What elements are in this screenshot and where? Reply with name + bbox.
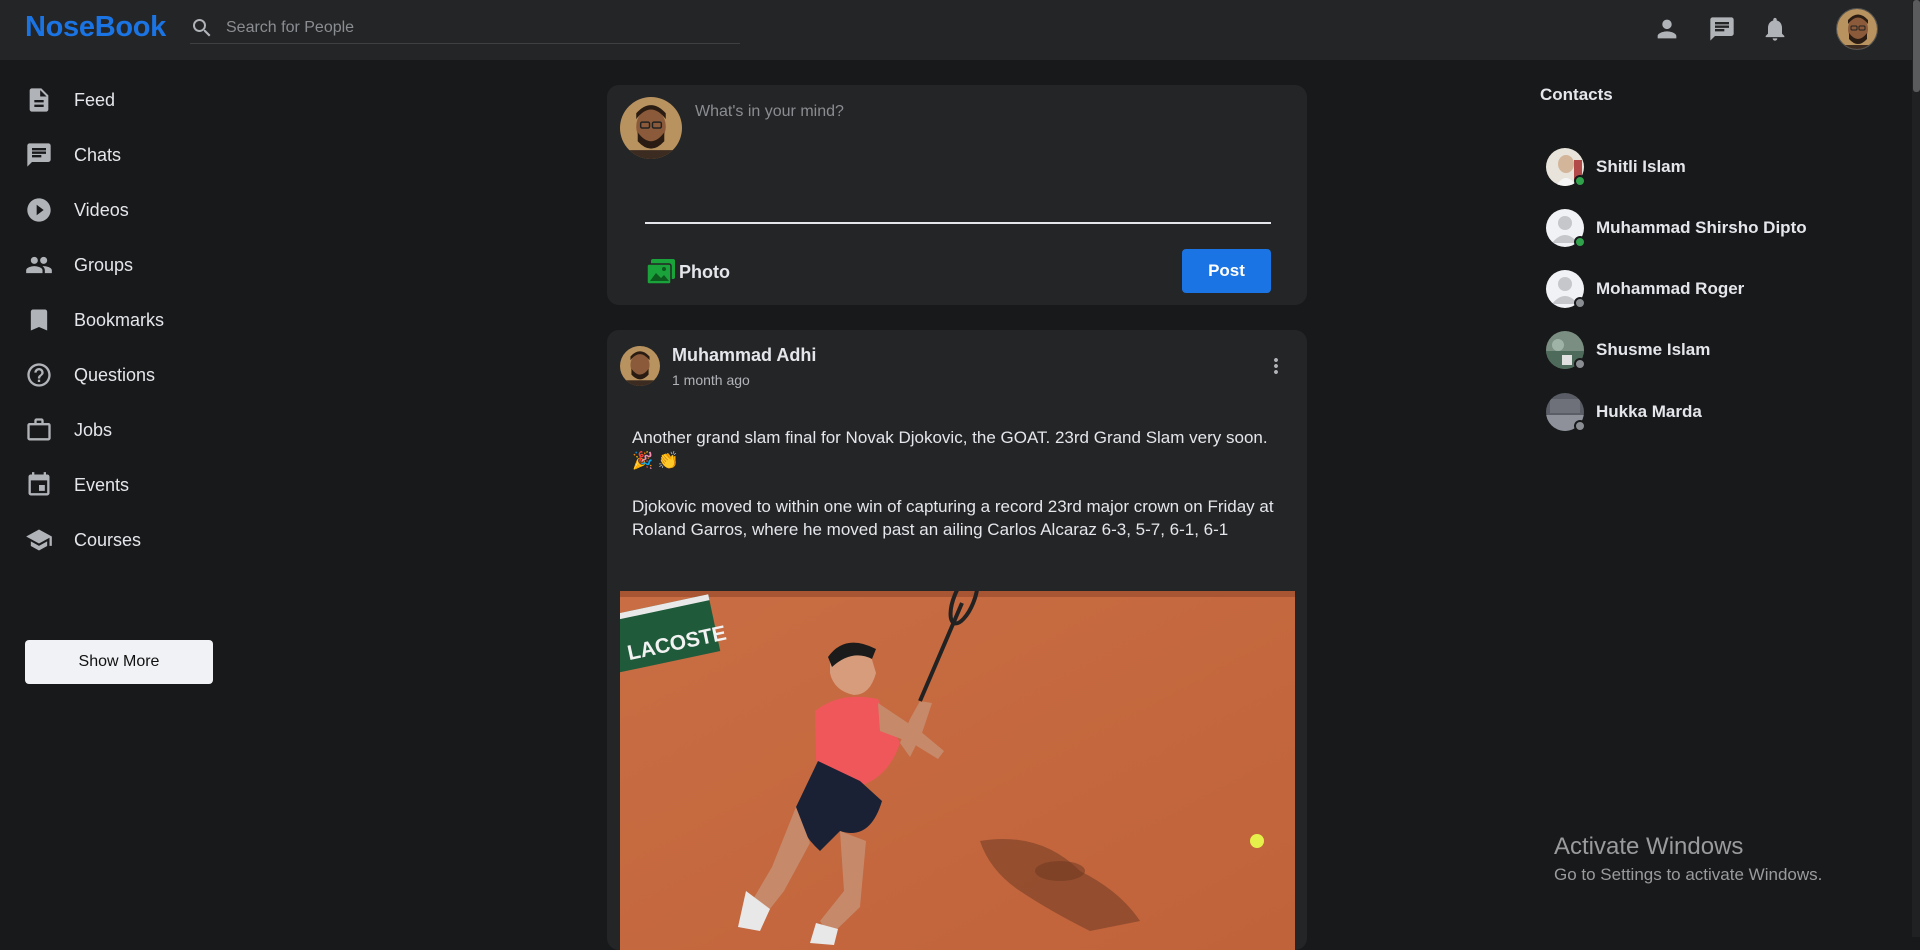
- show-more-button[interactable]: Show More: [25, 640, 213, 684]
- offline-status-dot: [1574, 420, 1586, 432]
- sidebar-item-courses[interactable]: Courses: [25, 522, 225, 558]
- contact-name: Muhammad Shirsho Dipto: [1596, 218, 1807, 237]
- search-input[interactable]: [226, 18, 706, 37]
- sidebar-item-label: Questions: [74, 364, 156, 385]
- school-icon: [26, 529, 52, 551]
- sidebar-item-bookmarks[interactable]: Bookmarks: [25, 302, 225, 338]
- sidebar-item-label: Videos: [74, 199, 129, 220]
- online-status-dot: [1574, 236, 1586, 248]
- post-body: Another grand slam final for Novak Djoko…: [632, 426, 1282, 541]
- bookmark-icon: [30, 309, 48, 331]
- feed-post: Muhammad Adhi 1 month ago Another grand …: [607, 330, 1307, 950]
- bell-icon[interactable]: [1761, 15, 1789, 43]
- avatar: [1546, 148, 1586, 187]
- contact-name: Shusme Islam: [1596, 340, 1711, 359]
- avatar: [1546, 393, 1586, 432]
- post-paragraph: Another grand slam final for Novak Djoko…: [632, 428, 1268, 470]
- scrollbar-track[interactable]: [1912, 0, 1920, 937]
- calendar-icon: [28, 472, 50, 496]
- contact-name: Shitli Islam: [1596, 157, 1686, 176]
- photo-label: Photo: [679, 261, 730, 282]
- post-image[interactable]: LACOSTE: [620, 591, 1295, 950]
- sidebar-item-label: Groups: [74, 254, 134, 275]
- play-icon: [27, 198, 51, 222]
- sidebar-item-label: Events: [74, 474, 130, 495]
- avatar[interactable]: [620, 346, 660, 386]
- scrollbar-thumb[interactable]: [1913, 0, 1920, 92]
- photo-icon: [646, 259, 675, 285]
- sidebar-item-chats[interactable]: Chats: [25, 137, 225, 173]
- avatar: [620, 97, 682, 159]
- post-text-input[interactable]: What's in your mind?: [695, 103, 844, 121]
- contact-item[interactable]: Hukka Marda: [1546, 390, 1702, 434]
- add-photo-button[interactable]: Photo: [645, 257, 730, 287]
- offline-status-dot: [1574, 358, 1586, 370]
- post-button[interactable]: Post: [1182, 249, 1271, 293]
- watermark-subtitle: Go to Settings to activate Windows.: [1554, 865, 1823, 884]
- sidebar-item-groups[interactable]: Groups: [25, 247, 225, 283]
- sidebar-item-events[interactable]: Events: [25, 467, 225, 503]
- avatar: [1546, 331, 1586, 370]
- sidebar-item-label: Jobs: [74, 419, 113, 440]
- top-navigation-bar: NoseBook: [0, 0, 1920, 60]
- composer-divider: [645, 222, 1271, 224]
- sidebar-item-label: Chats: [74, 144, 122, 165]
- sidebar-item-label: Courses: [74, 529, 142, 550]
- chat-icon[interactable]: [1708, 15, 1736, 43]
- watermark-title: Activate Windows: [1554, 833, 1744, 860]
- search-icon: [193, 18, 211, 36]
- sidebar-item-videos[interactable]: Videos: [25, 192, 225, 228]
- sidebar-item-feed[interactable]: Feed: [25, 82, 225, 118]
- person-icon[interactable]: [1653, 15, 1681, 43]
- question-icon: [27, 363, 51, 387]
- avatar: [1546, 270, 1586, 309]
- post-author-name[interactable]: Muhammad Adhi: [672, 345, 816, 366]
- feed-icon: [29, 88, 49, 112]
- chat-icon: [27, 143, 51, 167]
- app-logo[interactable]: NoseBook: [25, 11, 166, 44]
- avatar: [1546, 209, 1586, 248]
- post-paragraph: Djokovic moved to within one win of capt…: [632, 497, 1274, 539]
- contact-name: Hukka Marda: [1596, 402, 1702, 421]
- group-icon: [26, 256, 52, 274]
- sidebar-item-jobs[interactable]: Jobs: [25, 412, 225, 448]
- contact-item[interactable]: Shitli Islam: [1546, 145, 1686, 189]
- contact-name: Mohammad Roger: [1596, 279, 1745, 298]
- windows-activation-watermark: Activate Windows Go to Settings to activ…: [1554, 833, 1822, 885]
- contact-item[interactable]: Mohammad Roger: [1546, 267, 1744, 311]
- post-timestamp: 1 month ago: [672, 372, 750, 388]
- search-bar: [190, 12, 740, 44]
- profile-avatar[interactable]: [1836, 8, 1878, 50]
- contacts-title: Contacts: [1540, 85, 1613, 104]
- sidebar-item-questions[interactable]: Questions: [25, 357, 225, 393]
- sidebar-item-label: Feed: [74, 89, 116, 110]
- contact-item[interactable]: Muhammad Shirsho Dipto: [1546, 206, 1807, 250]
- briefcase-icon: [27, 418, 51, 441]
- sidebar-item-label: Bookmarks: [74, 309, 165, 330]
- contact-item[interactable]: Shusme Islam: [1546, 328, 1710, 372]
- offline-status-dot: [1574, 297, 1586, 309]
- online-status-dot: [1574, 175, 1586, 187]
- more-vert-icon[interactable]: [1264, 354, 1288, 378]
- post-composer: What's in your mind? Photo Post: [607, 85, 1307, 305]
